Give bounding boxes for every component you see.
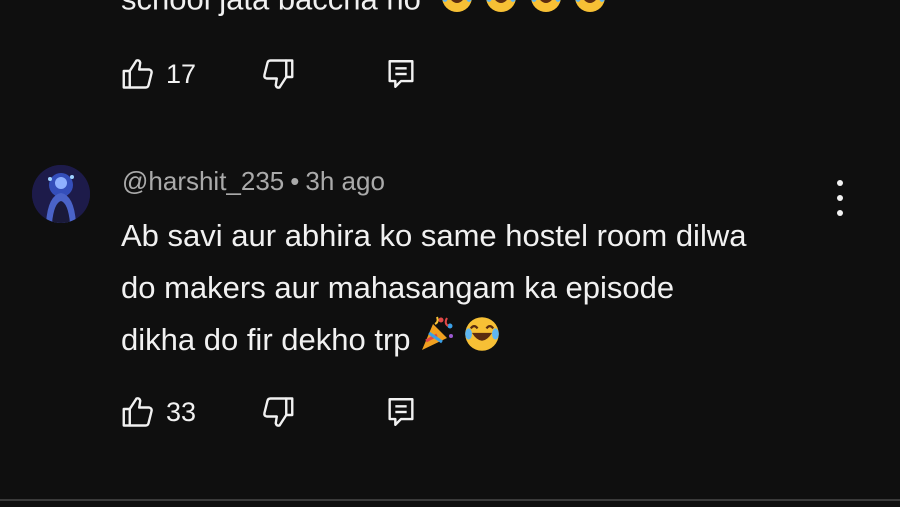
like-button[interactable]: 17 xyxy=(120,56,260,92)
header-separator: • xyxy=(290,166,300,196)
reply-comment-icon xyxy=(385,395,417,429)
comment-line: do makers aur mahasangam ka episode xyxy=(121,270,675,305)
laughing-tears-emoji-icon xyxy=(486,0,516,12)
comment-actions: 33 xyxy=(120,394,417,430)
menu-dot xyxy=(837,195,843,201)
thumbs-down-icon xyxy=(260,56,296,92)
laughing-emoji-row xyxy=(440,0,610,23)
laughing-tears-emoji-icon xyxy=(441,0,472,12)
previous-comment-fragment: school jata baccha ho xyxy=(121,0,421,17)
comment-timestamp[interactable]: 3h ago xyxy=(305,166,385,196)
previous-comment-text: school jata baccha ho xyxy=(121,0,609,23)
thumbs-up-icon xyxy=(120,394,156,430)
dislike-button[interactable] xyxy=(260,394,385,430)
laughing-tears-emoji-icon xyxy=(531,0,561,12)
comment-body: Ab savi aur abhira ko same hostel room d… xyxy=(121,210,841,370)
previous-comment-actions: 17 xyxy=(120,56,417,92)
menu-dot xyxy=(837,180,843,186)
comment-header: @harshit_235 • 3h ago xyxy=(122,166,385,197)
dislike-button[interactable] xyxy=(260,56,385,92)
reply-button[interactable] xyxy=(385,57,417,91)
like-count: 17 xyxy=(166,58,197,89)
thumbs-down-icon xyxy=(260,394,296,430)
laughing-tears-emoji-icon xyxy=(463,315,501,369)
comment-line: Ab savi aur abhira ko same hostel room d… xyxy=(121,218,747,253)
reply-comment-icon xyxy=(385,57,417,91)
reply-button[interactable] xyxy=(385,395,417,429)
comment-line-last: dikha do fir dekho trp xyxy=(121,314,841,370)
author-handle[interactable]: @harshit_235 xyxy=(122,166,284,196)
thumbs-up-icon xyxy=(120,56,156,92)
party-popper-emoji-icon xyxy=(417,314,457,370)
like-button[interactable]: 33 xyxy=(120,394,260,430)
avatar[interactable] xyxy=(32,165,90,223)
like-count: 33 xyxy=(166,396,197,427)
comment-line: dikha do fir dekho trp xyxy=(121,322,411,358)
laughing-tears-emoji-icon xyxy=(575,0,606,12)
section-divider xyxy=(0,499,900,501)
